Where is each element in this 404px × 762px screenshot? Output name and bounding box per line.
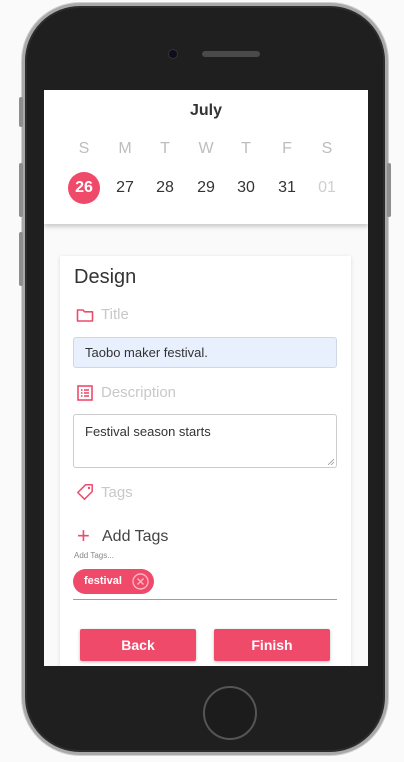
date-cell[interactable]: 30 — [226, 178, 266, 198]
weekday-label: F — [282, 140, 292, 157]
home-button[interactable] — [203, 686, 257, 740]
description-text: Festival season starts — [85, 424, 211, 439]
back-button[interactable]: Back — [80, 629, 196, 661]
list-icon — [77, 385, 93, 401]
weekday-label: W — [198, 140, 214, 157]
close-circle-icon[interactable] — [132, 573, 149, 590]
weekday-label: S — [78, 140, 90, 157]
title-label: Title — [101, 306, 129, 323]
weekday-label: S — [321, 140, 333, 157]
description-label: Description — [101, 384, 177, 401]
date-cell[interactable]: 27 — [105, 178, 145, 198]
add-tags-hint: Add Tags... — [74, 551, 114, 560]
weekday-label: T — [160, 140, 170, 157]
weekday-label: M — [118, 140, 132, 157]
earpiece-speaker — [202, 51, 260, 57]
tags-underline — [73, 599, 337, 600]
month-title: July — [189, 102, 222, 119]
add-tags-button[interactable]: Add Tags — [102, 528, 168, 546]
date-cell[interactable]: 29 — [186, 178, 226, 198]
front-camera — [168, 49, 178, 59]
tags-label: Tags — [101, 484, 133, 501]
folder-icon — [76, 309, 94, 322]
volume-down-button — [19, 232, 23, 286]
weekday-label: T — [241, 140, 251, 157]
tag-icon — [77, 484, 93, 500]
title-input[interactable]: Taobo maker festival. — [73, 337, 337, 368]
power-button — [387, 163, 391, 217]
date-cell-next-month[interactable]: 01 — [307, 178, 347, 198]
tag-chip: festival — [73, 569, 154, 594]
mute-switch — [19, 97, 23, 127]
description-textarea[interactable]: Festival season starts — [73, 414, 337, 468]
volume-up-button — [19, 163, 23, 217]
resize-handle-icon[interactable] — [328, 459, 334, 465]
form-heading: Design — [74, 266, 137, 288]
date-cell[interactable]: 28 — [145, 178, 185, 198]
app-screen: July S M T W T F S 26 27 28 29 30 31 01 … — [44, 90, 368, 666]
date-cell[interactable]: 31 — [267, 178, 307, 198]
week-calendar: July S M T W T F S 26 27 28 29 30 31 01 — [44, 90, 368, 224]
plus-icon[interactable]: + — [77, 524, 90, 548]
tag-chip-label: festival — [84, 575, 122, 587]
date-cell-selected[interactable]: 26 — [64, 178, 104, 198]
finish-button[interactable]: Finish — [214, 629, 330, 661]
